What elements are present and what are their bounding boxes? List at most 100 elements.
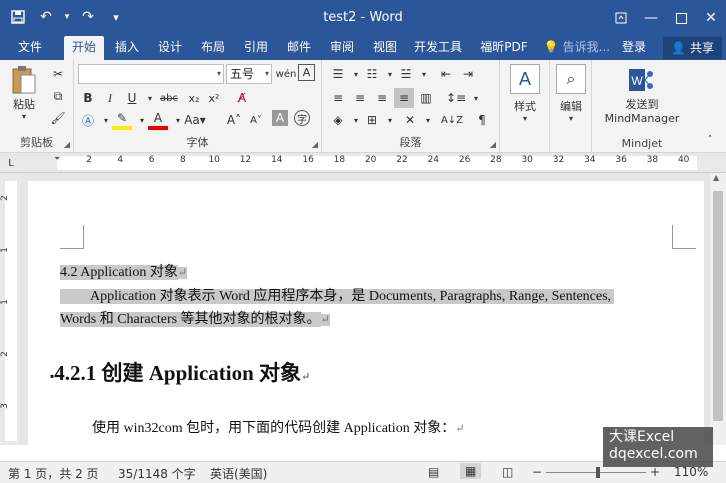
- align-left-icon[interactable]: ≡: [328, 88, 348, 108]
- asian-layout-icon[interactable]: ✕: [400, 110, 420, 130]
- tab-file[interactable]: 文件: [8, 36, 52, 60]
- tab-review[interactable]: 审阅: [323, 36, 361, 60]
- zoom-out-icon[interactable]: −: [532, 465, 542, 479]
- highlight-icon[interactable]: ✎: [112, 110, 132, 130]
- line-spacing-icon[interactable]: ↕≡: [446, 88, 466, 108]
- tab-design[interactable]: 设计: [151, 36, 189, 60]
- font-size-combo[interactable]: 五号 ▾: [226, 64, 272, 84]
- close-icon[interactable]: ✕: [696, 0, 726, 36]
- ribbon-display-options-icon[interactable]: [606, 0, 636, 36]
- zoom-level[interactable]: 110%: [674, 465, 708, 479]
- format-painter-icon[interactable]: 🖌: [48, 108, 68, 128]
- bullets-icon[interactable]: ☰: [328, 64, 348, 84]
- multilevel-dropdown-icon[interactable]: ▾: [414, 64, 434, 84]
- borders-dropdown-icon[interactable]: ▾: [380, 110, 400, 130]
- increase-indent-icon[interactable]: ⇥: [458, 64, 478, 84]
- paragraph-line-2: Application 对象表示 Word 应用程序本身，是 Documents…: [60, 289, 615, 304]
- tab-view[interactable]: 视图: [366, 36, 404, 60]
- underline-icon[interactable]: U: [122, 88, 142, 108]
- scrollbar-thumb[interactable]: [713, 191, 723, 421]
- word-count-status[interactable]: 35/1148 个字: [118, 465, 196, 482]
- superscript-icon[interactable]: x²: [204, 88, 224, 108]
- copy-icon[interactable]: ⧉: [48, 86, 68, 106]
- page-count-status[interactable]: 第 1 页，共 2 页: [8, 465, 99, 482]
- tell-me-box[interactable]: 💡 告诉我...: [542, 36, 612, 60]
- font-color-icon[interactable]: A: [148, 110, 168, 130]
- show-marks-icon[interactable]: ¶: [472, 110, 492, 130]
- read-mode-icon[interactable]: ▤: [428, 465, 439, 479]
- sort-icon[interactable]: A↓Z: [441, 110, 463, 130]
- doc-line-2[interactable]: Application 对象表示 Word 应用程序本身，是 Documents…: [60, 285, 615, 305]
- paste-dropdown-icon[interactable]: ▾: [6, 112, 42, 121]
- paragraph-line-4: 使用 win32com 包时，用下面的代码创建 Application 对象：: [92, 421, 456, 436]
- tab-selector-icon[interactable]: L: [4, 153, 18, 173]
- borders-icon[interactable]: ⊞: [362, 110, 382, 130]
- scroll-up-icon[interactable]: ▲: [713, 173, 719, 182]
- multilevel-list-icon[interactable]: ☱: [396, 64, 416, 84]
- send-to-mindmanager-button[interactable]: W 发送到 MindManager: [596, 64, 688, 125]
- language-status[interactable]: 英语(美国): [210, 465, 267, 482]
- doc-line-4[interactable]: 使用 win32com 包时，用下面的代码创建 Application 对象：↵: [92, 417, 464, 437]
- zoom-in-icon[interactable]: +: [650, 465, 660, 479]
- numbering-icon[interactable]: ☷: [362, 64, 382, 84]
- restore-icon[interactable]: [666, 0, 696, 36]
- editing-button[interactable]: ⌕ 编辑 ▾: [552, 64, 590, 123]
- document-page[interactable]: 4.2 Application 对象↵ Application 对象表示 Wor…: [28, 181, 704, 445]
- decrease-indent-icon[interactable]: ⇤: [436, 64, 456, 84]
- subscript-icon[interactable]: x₂: [184, 88, 204, 108]
- clipboard-launcher-icon[interactable]: ◢: [64, 140, 70, 149]
- cut-icon[interactable]: ✂: [48, 64, 68, 84]
- tab-home[interactable]: 开始: [64, 36, 104, 60]
- font-name-combo[interactable]: ▾: [78, 64, 224, 84]
- doc-line-section-title[interactable]: 4.2 Application 对象↵: [60, 261, 188, 281]
- strikethrough-icon[interactable]: abc: [156, 88, 182, 108]
- tab-mailings[interactable]: 邮件: [280, 36, 318, 60]
- paragraph-launcher-icon[interactable]: ◢: [490, 140, 496, 149]
- doc-heading[interactable]: ▪4.2.1 创建 Application 对象↵: [50, 357, 310, 387]
- tab-references[interactable]: 引用: [237, 36, 275, 60]
- tab-layout[interactable]: 布局: [194, 36, 232, 60]
- tab-foxit-pdf[interactable]: 福昕PDF: [472, 36, 536, 60]
- share-button[interactable]: 👤 共享: [663, 37, 722, 59]
- vertical-scrollbar[interactable]: ▲: [710, 173, 726, 445]
- line-spacing-dropdown-icon[interactable]: ▾: [466, 88, 486, 108]
- watermark-line1: 大课Excel: [609, 429, 675, 445]
- font-launcher-icon[interactable]: ◢: [312, 140, 318, 149]
- section-title-text: 4.2 Application 对象: [60, 265, 178, 280]
- clipboard-group-label: 剪贴板: [20, 136, 53, 149]
- justify-icon[interactable]: ≡: [394, 88, 414, 108]
- document-area[interactable]: 4.2 Application 对象↵ Application 对象表示 Wor…: [20, 173, 710, 445]
- clear-formatting-icon[interactable]: A̸: [232, 88, 252, 108]
- enclose-characters-icon[interactable]: 字: [294, 110, 310, 126]
- align-center-icon[interactable]: ≡: [350, 88, 370, 108]
- grow-font-icon[interactable]: A˄: [224, 110, 244, 130]
- shading-icon[interactable]: ◈: [328, 110, 348, 130]
- print-layout-icon[interactable]: ▦: [460, 463, 482, 479]
- text-effects-icon[interactable]: Ⓐ: [78, 110, 98, 130]
- character-shading-icon[interactable]: A: [272, 110, 288, 126]
- asian-layout-dropdown-icon[interactable]: ▾: [418, 110, 438, 130]
- distributed-icon[interactable]: ▥: [416, 88, 436, 108]
- italic-icon[interactable]: I: [100, 88, 120, 108]
- web-layout-icon[interactable]: ◫: [502, 465, 513, 479]
- collapse-ribbon-icon[interactable]: ˄: [700, 130, 720, 150]
- tab-insert[interactable]: 插入: [108, 36, 146, 60]
- align-right-icon[interactable]: ≡: [372, 88, 392, 108]
- minimize-icon[interactable]: —: [636, 0, 666, 36]
- styles-button[interactable]: A 样式 ▾: [506, 64, 544, 123]
- horizontal-ruler[interactable]: L 2 4 6 8 10 12 14 16 18 20 22 24 26 28 30 32 34 36 38 40 ⏷: [0, 153, 726, 173]
- character-border-icon[interactable]: A: [298, 64, 315, 81]
- indent-marker-icon[interactable]: ⏷: [54, 154, 60, 164]
- vertical-ruler[interactable]: 2 1 1 2 3: [0, 173, 20, 445]
- pinyin-guide-icon[interactable]: wén: [276, 64, 297, 84]
- watermark-line2: dqexcel.com: [609, 446, 698, 462]
- doc-line-3[interactable]: Words 和 Characters 等其他对象的根对象。↵: [60, 308, 330, 328]
- login-link[interactable]: 登录: [616, 36, 652, 60]
- paste-button[interactable]: 粘贴 ▾: [6, 64, 42, 121]
- zoom-slider-thumb[interactable]: [596, 467, 600, 478]
- bold-icon[interactable]: B: [78, 88, 98, 108]
- tab-developer[interactable]: 开发工具: [410, 36, 466, 60]
- shrink-font-icon[interactable]: A˅: [246, 110, 266, 130]
- change-case-icon[interactable]: Aa▾: [182, 110, 208, 130]
- paragraph-mark: ↵: [455, 423, 465, 435]
